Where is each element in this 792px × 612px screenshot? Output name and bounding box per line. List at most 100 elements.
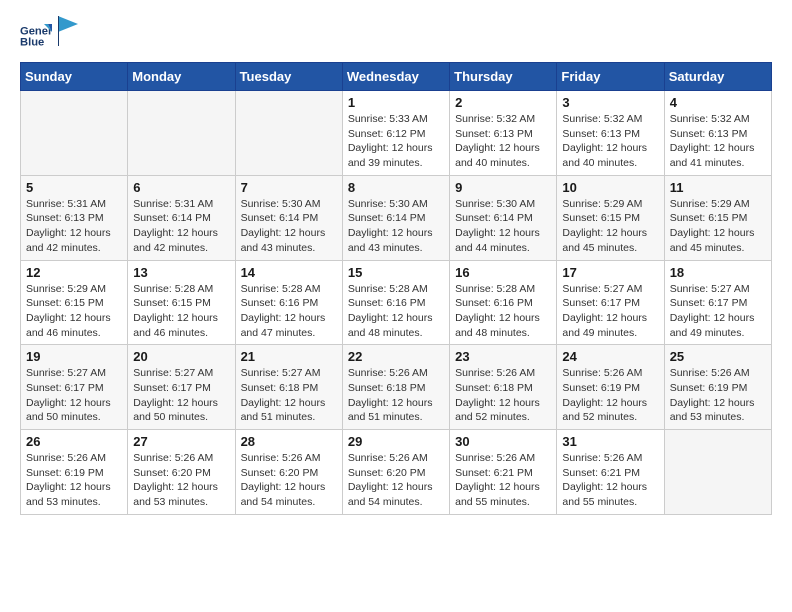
day-info: Sunrise: 5:29 AM Sunset: 6:15 PM Dayligh…: [26, 282, 122, 341]
day-info: Sunrise: 5:30 AM Sunset: 6:14 PM Dayligh…: [241, 197, 337, 256]
day-info: Sunrise: 5:29 AM Sunset: 6:15 PM Dayligh…: [670, 197, 766, 256]
calendar-header-wednesday: Wednesday: [342, 63, 449, 91]
calendar-week-row: 5 Sunrise: 5:31 AM Sunset: 6:13 PM Daylig…: [21, 175, 772, 260]
day-info: Sunrise: 5:26 AM Sunset: 6:21 PM Dayligh…: [562, 451, 658, 510]
day-info: Sunrise: 5:27 AM Sunset: 6:17 PM Dayligh…: [670, 282, 766, 341]
calendar-cell: 30 Sunrise: 5:26 AM Sunset: 6:21 PM Dayli…: [450, 430, 557, 515]
day-number: 22: [348, 349, 444, 364]
logo: General Blue: [20, 20, 82, 52]
svg-text:Blue: Blue: [20, 37, 44, 49]
calendar-week-row: 1 Sunrise: 5:33 AM Sunset: 6:12 PM Daylig…: [21, 91, 772, 176]
day-info: Sunrise: 5:28 AM Sunset: 6:15 PM Dayligh…: [133, 282, 229, 341]
day-info: Sunrise: 5:27 AM Sunset: 6:17 PM Dayligh…: [562, 282, 658, 341]
calendar-cell: 22 Sunrise: 5:26 AM Sunset: 6:18 PM Dayli…: [342, 345, 449, 430]
calendar-cell: 14 Sunrise: 5:28 AM Sunset: 6:16 PM Dayli…: [235, 260, 342, 345]
calendar-cell: 17 Sunrise: 5:27 AM Sunset: 6:17 PM Dayli…: [557, 260, 664, 345]
calendar-header-tuesday: Tuesday: [235, 63, 342, 91]
day-info: Sunrise: 5:31 AM Sunset: 6:14 PM Dayligh…: [133, 197, 229, 256]
day-number: 24: [562, 349, 658, 364]
day-number: 23: [455, 349, 551, 364]
calendar-cell: 9 Sunrise: 5:30 AM Sunset: 6:14 PM Daylig…: [450, 175, 557, 260]
day-info: Sunrise: 5:32 AM Sunset: 6:13 PM Dayligh…: [562, 112, 658, 171]
calendar-cell: 27Sunrise: 5:26 AM Sunset: 6:20 PM Dayli…: [128, 430, 235, 515]
calendar-header-thursday: Thursday: [450, 63, 557, 91]
calendar-header-row: SundayMondayTuesdayWednesdayThursdayFrid…: [21, 63, 772, 91]
page-header: General Blue: [20, 20, 772, 52]
calendar-cell: [235, 91, 342, 176]
day-info: Sunrise: 5:27 AM Sunset: 6:18 PM Dayligh…: [241, 366, 337, 425]
day-number: 29: [348, 434, 444, 449]
day-info: Sunrise: 5:31 AM Sunset: 6:13 PM Dayligh…: [26, 197, 122, 256]
calendar-cell: 12 Sunrise: 5:29 AM Sunset: 6:15 PM Dayli…: [21, 260, 128, 345]
day-number: 30: [455, 434, 551, 449]
calendar-header-saturday: Saturday: [664, 63, 771, 91]
calendar-cell: 4 Sunrise: 5:32 AM Sunset: 6:13 PM Daylig…: [664, 91, 771, 176]
calendar-week-row: 26 Sunrise: 5:26 AM Sunset: 6:19 PM Dayli…: [21, 430, 772, 515]
calendar-cell: 8 Sunrise: 5:30 AM Sunset: 6:14 PM Daylig…: [342, 175, 449, 260]
day-info: Sunrise: 5:26 AM Sunset: 6:21 PM Dayligh…: [455, 451, 551, 510]
calendar-cell: 1 Sunrise: 5:33 AM Sunset: 6:12 PM Daylig…: [342, 91, 449, 176]
day-info: Sunrise: 5:26 AM Sunset: 6:18 PM Dayligh…: [348, 366, 444, 425]
day-number: 12: [26, 265, 122, 280]
day-number: 16: [455, 265, 551, 280]
calendar-cell: 6 Sunrise: 5:31 AM Sunset: 6:14 PM Daylig…: [128, 175, 235, 260]
calendar-cell: 20Sunrise: 5:27 AM Sunset: 6:17 PM Dayli…: [128, 345, 235, 430]
day-number: 9: [455, 180, 551, 195]
calendar-header-sunday: Sunday: [21, 63, 128, 91]
day-info: Sunrise: 5:26 AM Sunset: 6:18 PM Dayligh…: [455, 366, 551, 425]
calendar-table: SundayMondayTuesdayWednesdayThursdayFrid…: [20, 62, 772, 515]
day-number: 1: [348, 95, 444, 110]
day-info: Sunrise: 5:26 AM Sunset: 6:20 PM Dayligh…: [348, 451, 444, 510]
calendar-cell: 31Sunrise: 5:26 AM Sunset: 6:21 PM Dayli…: [557, 430, 664, 515]
calendar-cell: 18 Sunrise: 5:27 AM Sunset: 6:17 PM Dayli…: [664, 260, 771, 345]
day-number: 28: [241, 434, 337, 449]
calendar-cell: 19Sunrise: 5:27 AM Sunset: 6:17 PM Dayli…: [21, 345, 128, 430]
day-info: Sunrise: 5:26 AM Sunset: 6:20 PM Dayligh…: [241, 451, 337, 510]
calendar-cell: 25Sunrise: 5:26 AM Sunset: 6:19 PM Dayli…: [664, 345, 771, 430]
calendar-week-row: 12 Sunrise: 5:29 AM Sunset: 6:15 PM Dayli…: [21, 260, 772, 345]
calendar-cell: 10Sunrise: 5:29 AM Sunset: 6:15 PM Dayli…: [557, 175, 664, 260]
day-number: 21: [241, 349, 337, 364]
calendar-cell: 15Sunrise: 5:28 AM Sunset: 6:16 PM Dayli…: [342, 260, 449, 345]
day-info: Sunrise: 5:29 AM Sunset: 6:15 PM Dayligh…: [562, 197, 658, 256]
calendar-cell: [128, 91, 235, 176]
day-info: Sunrise: 5:26 AM Sunset: 6:19 PM Dayligh…: [26, 451, 122, 510]
calendar-cell: 3Sunrise: 5:32 AM Sunset: 6:13 PM Daylig…: [557, 91, 664, 176]
day-info: Sunrise: 5:27 AM Sunset: 6:17 PM Dayligh…: [26, 366, 122, 425]
day-number: 18: [670, 265, 766, 280]
logo-icon: General Blue: [20, 20, 52, 52]
day-info: Sunrise: 5:32 AM Sunset: 6:13 PM Dayligh…: [455, 112, 551, 171]
day-number: 5: [26, 180, 122, 195]
calendar-cell: [21, 91, 128, 176]
day-info: Sunrise: 5:33 AM Sunset: 6:12 PM Dayligh…: [348, 112, 444, 171]
calendar-cell: 21 Sunrise: 5:27 AM Sunset: 6:18 PM Dayli…: [235, 345, 342, 430]
day-info: Sunrise: 5:27 AM Sunset: 6:17 PM Dayligh…: [133, 366, 229, 425]
day-info: Sunrise: 5:30 AM Sunset: 6:14 PM Dayligh…: [348, 197, 444, 256]
calendar-cell: 24 Sunrise: 5:26 AM Sunset: 6:19 PM Dayli…: [557, 345, 664, 430]
calendar-cell: 16 Sunrise: 5:28 AM Sunset: 6:16 PM Dayli…: [450, 260, 557, 345]
day-number: 8: [348, 180, 444, 195]
calendar-week-row: 19Sunrise: 5:27 AM Sunset: 6:17 PM Dayli…: [21, 345, 772, 430]
day-info: Sunrise: 5:26 AM Sunset: 6:20 PM Dayligh…: [133, 451, 229, 510]
day-info: Sunrise: 5:28 AM Sunset: 6:16 PM Dayligh…: [348, 282, 444, 341]
day-number: 14: [241, 265, 337, 280]
day-number: 4: [670, 95, 766, 110]
day-number: 6: [133, 180, 229, 195]
day-number: 13: [133, 265, 229, 280]
day-info: Sunrise: 5:30 AM Sunset: 6:14 PM Dayligh…: [455, 197, 551, 256]
calendar-cell: 29 Sunrise: 5:26 AM Sunset: 6:20 PM Dayli…: [342, 430, 449, 515]
svg-text:General: General: [20, 25, 52, 37]
calendar-cell: 11Sunrise: 5:29 AM Sunset: 6:15 PM Dayli…: [664, 175, 771, 260]
calendar-cell: 2 Sunrise: 5:32 AM Sunset: 6:13 PM Daylig…: [450, 91, 557, 176]
day-number: 17: [562, 265, 658, 280]
day-info: Sunrise: 5:26 AM Sunset: 6:19 PM Dayligh…: [562, 366, 658, 425]
day-number: 25: [670, 349, 766, 364]
calendar-cell: 7 Sunrise: 5:30 AM Sunset: 6:14 PM Daylig…: [235, 175, 342, 260]
calendar-header-friday: Friday: [557, 63, 664, 91]
day-number: 7: [241, 180, 337, 195]
day-number: 2: [455, 95, 551, 110]
day-info: Sunrise: 5:28 AM Sunset: 6:16 PM Dayligh…: [455, 282, 551, 341]
day-info: Sunrise: 5:28 AM Sunset: 6:16 PM Dayligh…: [241, 282, 337, 341]
day-info: Sunrise: 5:32 AM Sunset: 6:13 PM Dayligh…: [670, 112, 766, 171]
day-number: 26: [26, 434, 122, 449]
